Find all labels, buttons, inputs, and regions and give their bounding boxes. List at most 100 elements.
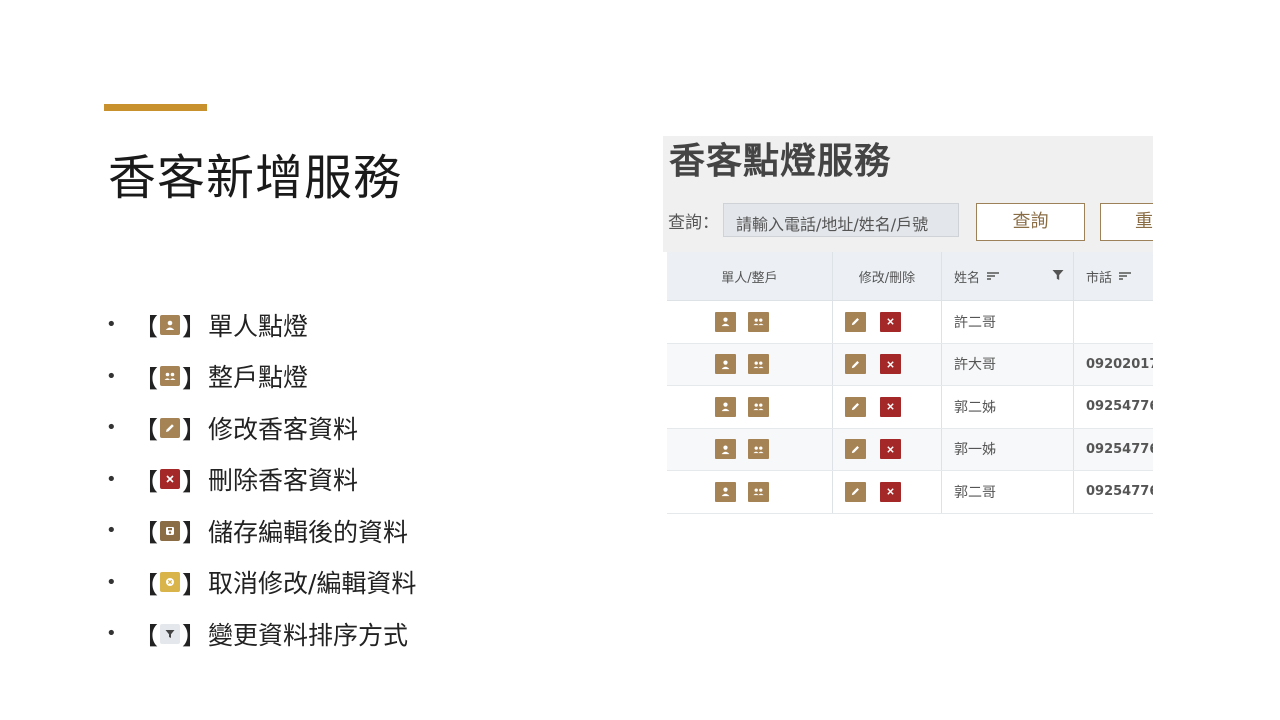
column-header-phone[interactable]: 市話 (1074, 252, 1153, 300)
pencil-icon[interactable] (845, 396, 866, 417)
row-name: 郭二哥 (942, 471, 1074, 513)
table-row: 郭二哥 092547762 (667, 471, 1153, 514)
row-edit-cell (833, 386, 942, 428)
close-bracket: 】 (182, 570, 206, 599)
table-row: 郭二姊 092547762 (667, 386, 1153, 429)
delete-x-icon[interactable] (880, 396, 901, 417)
delete-x-icon[interactable] (880, 481, 901, 502)
sort-icon[interactable] (1118, 271, 1132, 281)
column-header-name[interactable]: 姓名 (942, 252, 1074, 300)
bullet: • (106, 365, 117, 387)
single-person-icon[interactable] (715, 311, 736, 332)
pencil-icon[interactable] (845, 354, 866, 375)
bullet: • (106, 314, 117, 336)
table-row: 許二哥 (667, 301, 1153, 344)
app-title: 香客點燈服務 (669, 141, 892, 182)
open-bracket: 【 (134, 364, 158, 393)
filter-icon (160, 623, 180, 644)
legend-label: 刪除香客資料 (208, 466, 359, 496)
delete-x-icon[interactable] (880, 311, 901, 332)
filter-icon[interactable] (1051, 268, 1065, 282)
household-icon[interactable] (748, 354, 769, 375)
open-bracket: 【 (134, 416, 158, 445)
single-person-icon (160, 314, 180, 335)
household-icon (160, 366, 180, 387)
delete-x-icon (160, 469, 180, 490)
bullet: • (106, 623, 117, 645)
open-bracket: 【 (134, 467, 158, 496)
row-type-cell (667, 386, 833, 428)
single-person-icon[interactable] (715, 396, 736, 417)
row-name: 郭一姊 (942, 428, 1074, 470)
single-person-icon[interactable] (715, 439, 736, 460)
single-person-icon[interactable] (715, 354, 736, 375)
row-name: 許二哥 (942, 301, 1074, 343)
close-bracket: 】 (182, 416, 206, 445)
household-icon[interactable] (748, 311, 769, 332)
column-header-label: 市話 (1086, 270, 1113, 286)
row-phone: 092547762 (1086, 441, 1153, 457)
sort-icon[interactable] (986, 271, 1000, 281)
legend-label: 單人點燈 (208, 311, 309, 341)
grid-header: 單人/整戶 修改/刪除 姓名 市話 (667, 252, 1153, 301)
icon-legend-list: • 【 】 單人點燈 • 【 】 整戶點燈 • 【 】 修改香客資料 • 【 】… (106, 299, 416, 660)
open-bracket: 【 (134, 570, 158, 599)
row-phone (1074, 301, 1153, 343)
title-accent-bar (104, 104, 207, 111)
delete-x-icon[interactable] (880, 354, 901, 375)
close-bracket: 】 (182, 467, 206, 496)
table-row: 郭一姊 092547762 (667, 428, 1153, 471)
open-bracket: 【 (134, 622, 158, 651)
reset-button[interactable]: 重 (1100, 203, 1153, 241)
row-name: 郭二姊 (942, 386, 1074, 428)
table-row: 許大哥 092020176 (667, 343, 1153, 386)
legend-label: 整戶點燈 (208, 363, 309, 393)
row-phone: 092547762 (1086, 484, 1153, 500)
row-edit-cell (833, 301, 942, 343)
customer-grid: 單人/整戶 修改/刪除 姓名 市話 許二哥 許大哥 0920201 郭二姊 09… (667, 252, 1153, 514)
close-bracket: 】 (182, 519, 206, 548)
household-icon[interactable] (748, 396, 769, 417)
pencil-icon[interactable] (845, 481, 866, 502)
app-header: 香客點燈服務 查詢： 請輸入電話/地址/姓名/戶號 查詢 重 (663, 136, 1153, 252)
row-name: 許大哥 (942, 343, 1074, 385)
legend-item: • 【 】 儲存編輯後的資料 (106, 505, 416, 557)
legend-item: • 【 】 取消修改/編輯資料 (106, 557, 416, 609)
app-screenshot: 香客點燈服務 查詢： 請輸入電話/地址/姓名/戶號 查詢 重 單人/整戶 修改/… (663, 136, 1153, 584)
pencil-icon[interactable] (845, 311, 866, 332)
row-edit-cell (833, 428, 942, 470)
open-bracket: 【 (134, 519, 158, 548)
legend-label: 變更資料排序方式 (208, 620, 409, 650)
row-type-cell (667, 428, 833, 470)
household-icon[interactable] (748, 481, 769, 502)
close-bracket: 】 (182, 313, 206, 342)
column-header-type: 單人/整戶 (667, 252, 833, 300)
bullet: • (106, 520, 117, 542)
legend-item: • 【 】 變更資料排序方式 (106, 608, 416, 660)
query-button[interactable]: 查詢 (976, 203, 1085, 241)
column-header-label: 姓名 (954, 270, 981, 286)
row-type-cell (667, 343, 833, 385)
bullet: • (106, 468, 117, 490)
legend-label: 取消修改/編輯資料 (208, 569, 417, 599)
legend-item: • 【 】 整戶點燈 (106, 351, 416, 403)
search-input[interactable]: 請輸入電話/地址/姓名/戶號 (723, 203, 959, 237)
legend-label: 修改香客資料 (208, 414, 359, 444)
pencil-icon[interactable] (845, 439, 866, 460)
bullet: • (106, 571, 117, 593)
row-edit-cell (833, 471, 942, 513)
delete-x-icon[interactable] (880, 439, 901, 460)
legend-label: 儲存編輯後的資料 (208, 517, 409, 547)
household-icon[interactable] (748, 439, 769, 460)
close-bracket: 】 (182, 622, 206, 651)
column-header-edit: 修改/刪除 (833, 252, 942, 300)
row-type-cell (667, 301, 833, 343)
pencil-icon (160, 417, 180, 438)
row-phone: 092547762 (1086, 399, 1153, 415)
close-bracket: 】 (182, 364, 206, 393)
legend-item: • 【 】 修改香客資料 (106, 402, 416, 454)
row-type-cell (667, 471, 833, 513)
bullet: • (106, 417, 117, 439)
single-person-icon[interactable] (715, 481, 736, 502)
row-phone: 092020176 (1086, 356, 1153, 372)
